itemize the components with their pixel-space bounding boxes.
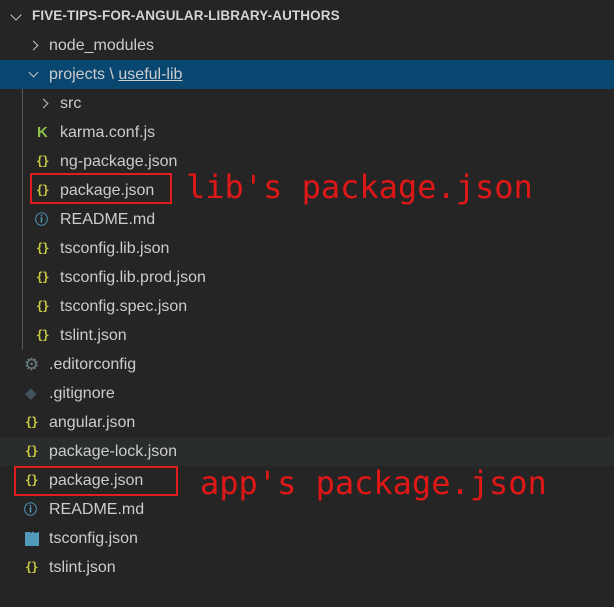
annotation-lib-package: lib's package.json [186, 168, 533, 206]
highlight-box-lib-package [30, 173, 172, 204]
tree-item-label: tslint.json [60, 327, 127, 344]
path-separator: \ [109, 66, 114, 83]
tree-item-tsconfig-lib[interactable]: {} tsconfig.lib.json [0, 234, 614, 263]
json-icon: {} [36, 299, 49, 313]
chevron-right-icon [38, 98, 49, 109]
file-explorer: FIVE-TIPS-FOR-ANGULAR-LIBRARY-AUTHORS no… [0, 0, 614, 607]
tree-item-lib-readme[interactable]: ⓘ README.md [0, 205, 614, 234]
tree-item-label: tsconfig.spec.json [60, 298, 188, 315]
tree-item-node-modules[interactable]: node_modules [0, 31, 614, 60]
annotation-app-package: app's package.json [200, 464, 547, 502]
tree-item-label: package-lock.json [49, 443, 178, 460]
info-icon: ⓘ [35, 212, 49, 227]
json-icon: {} [36, 328, 49, 342]
tree-item-angular-json[interactable]: {} angular.json [0, 408, 614, 437]
json-icon: {} [25, 560, 38, 574]
json-icon: {} [25, 415, 38, 429]
tree-item-label: tsconfig.json [49, 530, 138, 547]
tree-item-label: README.md [60, 211, 156, 228]
karma-icon: K [37, 124, 48, 141]
json-icon: {} [36, 154, 49, 168]
tree-item-label: angular.json [49, 414, 136, 431]
chevron-down-icon [10, 9, 22, 21]
tree-item-app-tslint[interactable]: {} tslint.json [0, 553, 614, 582]
tree-item-label: README.md [49, 501, 145, 518]
tree-item-label: src [60, 95, 82, 112]
tree-item-label: .gitignore [49, 385, 115, 402]
chevron-right-icon [28, 40, 39, 51]
tree-item-sublabel[interactable]: useful-lib [118, 66, 182, 83]
tree-item-lib-tslint[interactable]: {} tslint.json [0, 321, 614, 350]
tree-item-gitignore[interactable]: ◆ .gitignore [0, 379, 614, 408]
tree-item-label: karma.conf.js [60, 124, 156, 141]
tree-item-karma-conf[interactable]: K karma.conf.js [0, 118, 614, 147]
tree-item-label: projects [49, 66, 106, 83]
json-icon: {} [36, 241, 49, 255]
tree-item-label: tslint.json [49, 559, 116, 576]
tree-item-editorconfig[interactable]: ⚙ .editorconfig [0, 350, 614, 379]
section-title: FIVE-TIPS-FOR-ANGULAR-LIBRARY-AUTHORS [32, 8, 340, 23]
git-icon: ◆ [25, 385, 37, 402]
tree-item-src[interactable]: src [0, 89, 614, 118]
tree-item-label: .editorconfig [49, 356, 137, 373]
tree-item-label: tsconfig.lib.prod.json [60, 269, 206, 286]
tree-item-tsconfig-spec[interactable]: {} tsconfig.spec.json [0, 292, 614, 321]
json-icon: {} [36, 270, 49, 284]
gear-icon: ⚙ [24, 355, 40, 374]
tree-item-projects-useful-lib[interactable]: projects \ useful-lib [0, 60, 614, 89]
tree-item-package-lock[interactable]: {} package-lock.json [0, 437, 614, 466]
typescript-icon: TS [25, 528, 39, 546]
tree-item-label: ng-package.json [60, 153, 178, 170]
tree-item-tsconfig[interactable]: TS tsconfig.json [0, 524, 614, 553]
tree-item-tsconfig-lib-prod[interactable]: {} tsconfig.lib.prod.json [0, 263, 614, 292]
chevron-down-icon [28, 67, 39, 78]
highlight-box-app-package [14, 466, 178, 496]
tree-item-label: tsconfig.lib.json [60, 240, 170, 257]
explorer-section-header[interactable]: FIVE-TIPS-FOR-ANGULAR-LIBRARY-AUTHORS [0, 0, 614, 32]
json-icon: {} [25, 444, 38, 458]
tree-item-label: node_modules [49, 37, 154, 54]
